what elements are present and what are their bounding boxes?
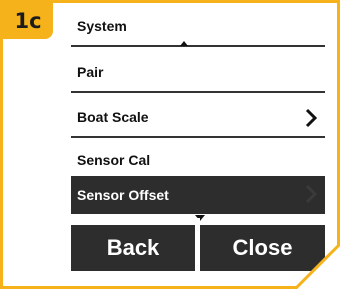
menu-item-label: System [77,18,127,34]
chevron-right-icon [305,184,317,204]
menu-item-system[interactable]: System [71,7,325,47]
menu-item-label: Pair [77,64,104,80]
menu-item-boat-scale[interactable]: Boat Scale [71,98,325,138]
menu-item-label: Sensor Cal [77,152,151,168]
step-badge: 1c [3,3,53,39]
menu-item-pair[interactable]: Pair [71,53,325,93]
back-button[interactable]: Back [71,225,195,271]
menu-item-label: Boat Scale [77,109,149,125]
menu-item-sensor-offset[interactable]: Sensor Offset [71,176,325,214]
scroll-up-icon[interactable] [180,41,188,46]
button-divider [195,218,200,274]
menu-item-label: Sensor Offset [77,187,169,203]
menu-item-sensor-cal[interactable]: Sensor Cal [71,143,325,177]
chevron-right-icon [305,108,317,128]
corner-accent [293,242,340,289]
